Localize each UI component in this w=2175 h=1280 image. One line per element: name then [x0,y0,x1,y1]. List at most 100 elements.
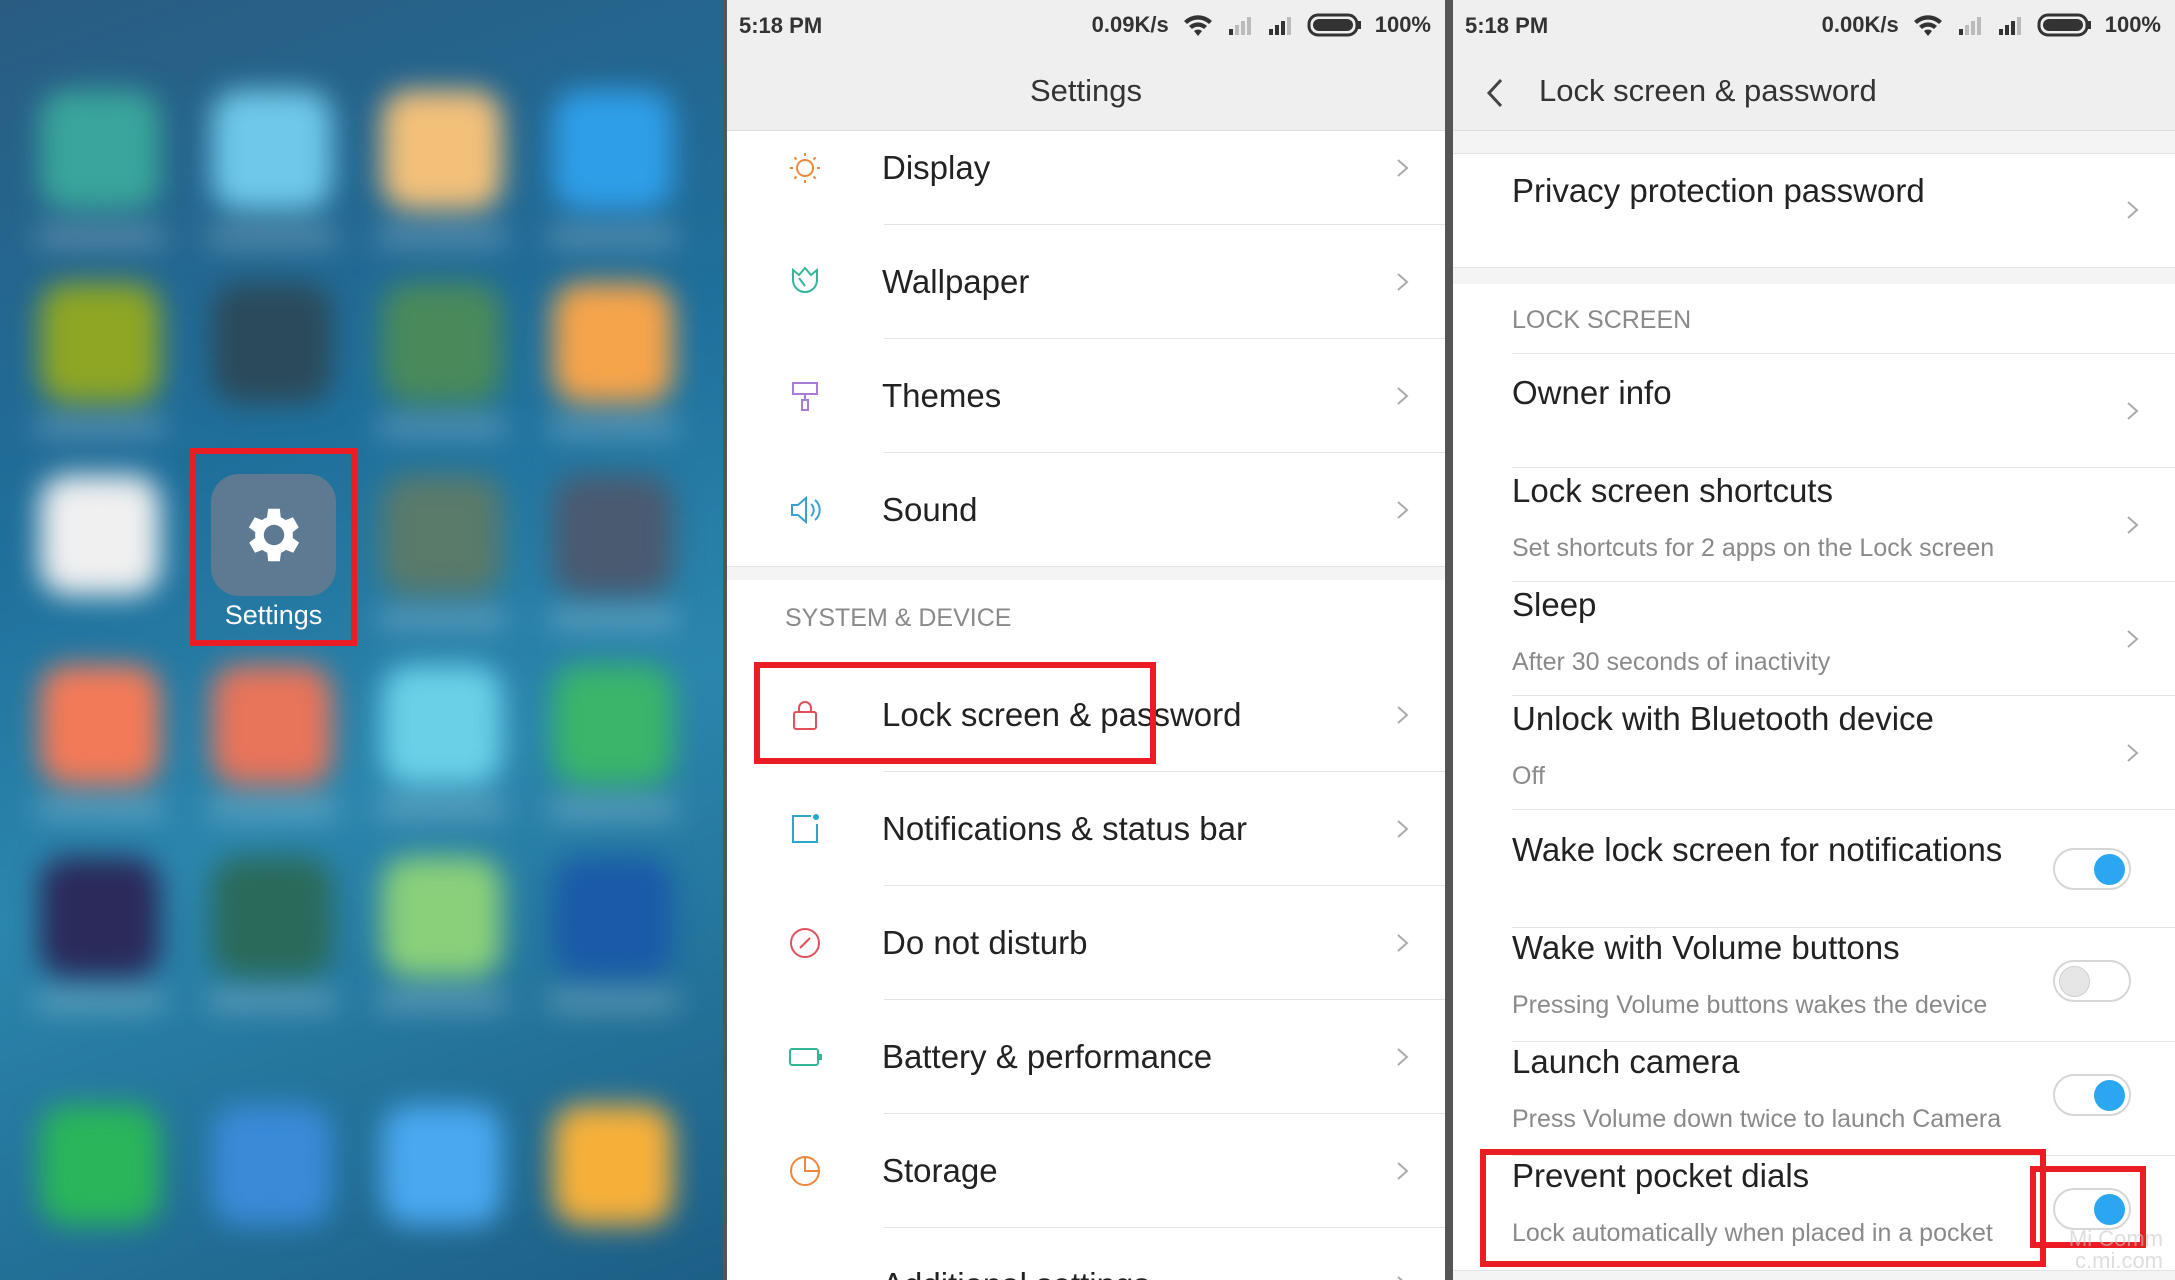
settings-item-sound[interactable]: Sound [727,453,1445,567]
settings-item-themes[interactable]: Themes [727,339,1445,453]
section-gap [1453,1270,2175,1280]
app-icon [382,1105,502,1225]
owner-info-item[interactable]: Owner info [1453,354,2175,468]
back-arrow-icon[interactable] [1485,77,1505,109]
chevron-right-icon [1397,1276,1403,1280]
speaker-icon [791,495,821,525]
item-subtitle: Off [1512,762,1545,790]
lock-screen-shortcuts-item[interactable]: Lock screen shortcuts Set shortcuts for … [1453,468,2175,582]
status-time: 5:18 PM [739,13,823,38]
chevron-right-icon [1397,820,1409,838]
page-title: Lock screen & password [1539,73,1877,108]
highlight-box [754,662,1156,764]
settings-item-do-not-disturb[interactable]: Do not disturb [727,886,1445,1000]
app-icon [382,857,502,977]
panel-separator [723,0,727,1280]
more-icon [787,1267,823,1280]
battery-percent: 100% [1374,12,1431,37]
settings-item-notifications-status-bar[interactable]: Notifications & status bar [727,772,1445,886]
tulip-icon [792,266,818,293]
app-icon [553,1105,673,1225]
item-label: Sleep [1512,586,1597,623]
pie-chart-icon [790,1156,820,1186]
lock-screen-settings: 5:18 PM 0.00K/s 100% Lock screen & passw… [1453,0,2175,1280]
app-icon [212,90,332,210]
do-not-disturb-icon [790,928,820,958]
settings-item-additional-settings[interactable]: Additional settings [727,1228,1445,1280]
page-title: Settings [1029,73,1142,108]
chevron-right-icon [1397,273,1409,291]
item-label: Launch camera [1512,1043,1740,1080]
app-icon [553,665,673,785]
launch-camera-item: Launch camera Press Volume down twice to… [1453,1042,2175,1156]
app-icon [40,665,160,785]
highlight-box [1480,1149,2046,1267]
item-label: Privacy protection password [1512,172,1925,209]
signal-icon [1998,17,2021,35]
app-icon [212,1105,332,1225]
item-label: Do not disturb [882,924,1088,961]
signal-icon [1268,17,1291,35]
item-label: Wallpaper [882,263,1030,300]
item-label: Battery & performance [882,1038,1213,1075]
item-subtitle: Pressing Volume buttons wakes the device [1512,991,1988,1019]
chevron-right-icon [1397,1162,1409,1180]
wake-notifications-toggle[interactable] [2053,848,2131,890]
highlight-box [190,448,357,646]
app-icon [553,283,673,403]
settings-screen: 5:18 PM 0.09K/s 100% Settings Display Wal… [727,0,1445,1280]
section-gap [1453,131,2175,154]
app-icon [553,475,673,595]
settings-item-storage[interactable]: Storage [727,1114,1445,1228]
item-label: Owner info [1512,374,1672,411]
chevron-right-icon [2127,516,2139,534]
app-icon [212,857,332,977]
signal-weak-icon [1228,17,1251,35]
chevron-right-icon [1397,159,1409,177]
battery-status-icon [2037,13,2091,37]
chevron-right-icon [1397,387,1409,405]
wifi-icon [1913,15,1942,37]
settings-item-wallpaper[interactable]: Wallpaper [727,225,1445,339]
item-label: Wake lock screen for notifications [1512,831,2003,868]
app-icon [40,475,160,595]
signal-weak-icon [1958,17,1981,35]
section-gap [1453,267,2175,285]
wake-volume-toggle[interactable] [2053,960,2131,1002]
section-gap [727,566,1445,581]
settings-item-battery-performance[interactable]: Battery & performance [727,1000,1445,1114]
item-subtitle: Press Volume down twice to launch Camera [1512,1105,2002,1133]
home-screen: Settings [0,0,723,1280]
item-label: Unlock with Bluetooth device [1512,700,1934,737]
privacy-password-item[interactable]: Privacy protection password [1453,153,2175,267]
network-speed: 0.09K/s [1091,12,1169,37]
app-icon [553,90,673,210]
battery-status-icon [1307,13,1361,37]
battery-icon [789,1048,822,1066]
section-title: SYSTEM & DEVICE [785,604,1012,632]
app-icon [553,857,673,977]
item-label: Storage [882,1152,998,1189]
chevron-right-icon [2127,402,2139,420]
wake-volume-item: Wake with Volume buttons Pressing Volume… [1453,928,2175,1042]
item-label: Themes [882,377,1002,414]
app-icon [382,283,502,403]
item-label: Additional settings [882,1266,1150,1280]
app-icon [212,665,332,785]
settings-item-display[interactable]: Display [727,111,1445,225]
app-icon [40,1105,160,1225]
app-icon [40,283,160,403]
bluetooth-unlock-item[interactable]: Unlock with Bluetooth device Off [1453,696,2175,810]
lock-header: Lock screen & password [1453,52,2175,131]
app-icon [382,665,502,785]
chevron-right-icon [1397,706,1409,724]
app-icon [40,90,160,210]
chevron-right-icon [2127,630,2139,648]
blurred-app-grid [0,0,723,1280]
app-icon [382,475,502,595]
app-icon [40,857,160,977]
sleep-item[interactable]: Sleep After 30 seconds of inactivity [1453,582,2175,696]
launch-camera-toggle[interactable] [2053,1074,2131,1116]
app-icon [382,90,502,210]
item-label: Wake with Volume buttons [1512,929,1900,966]
